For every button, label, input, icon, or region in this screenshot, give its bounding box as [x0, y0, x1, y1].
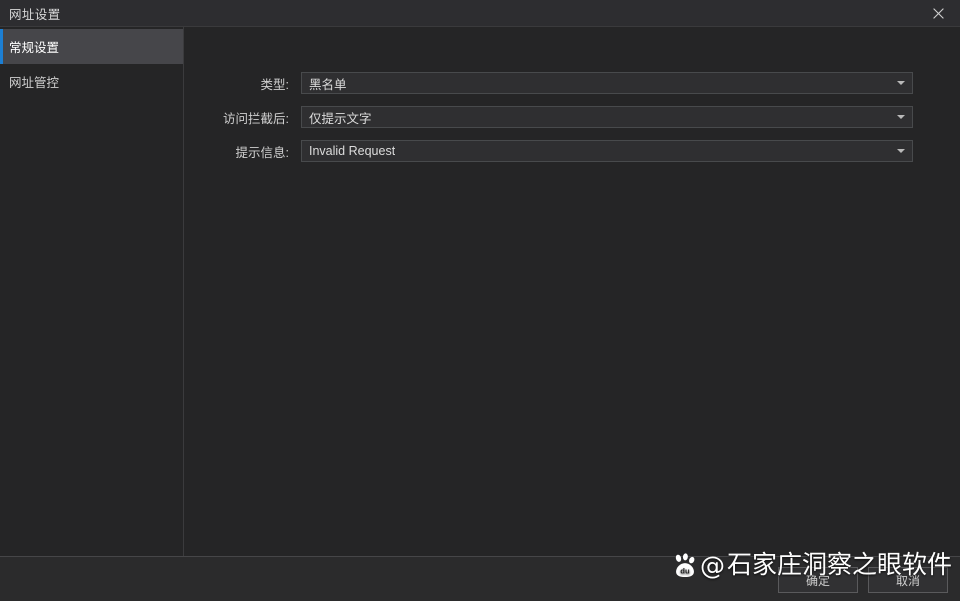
footer-bar: 确定 取消 [0, 556, 960, 601]
window-body: 常规设置 网址管控 类型: 黑名单 访问拦截后: 仅提示文字 提示信息: Inv… [0, 27, 960, 556]
main-content: 类型: 黑名单 访问拦截后: 仅提示文字 提示信息: Invalid Reque… [184, 27, 960, 556]
sidebar-item-label: 常规设置 [9, 41, 60, 55]
sidebar-item-general-settings[interactable]: 常规设置 [0, 29, 183, 64]
tip-message-select[interactable]: Invalid Request [301, 140, 913, 162]
after-block-label: 访问拦截后: [223, 111, 289, 126]
after-block-select-value: 仅提示文字 [309, 111, 372, 126]
url-settings-window: 网址设置 常规设置 网址管控 类型: 黑名单 访问拦截后: 仅提示文字 提示信息… [0, 0, 960, 601]
form-row-tip-message: 提示信息: Invalid Request [215, 140, 960, 162]
sidebar-item-url-control[interactable]: 网址管控 [0, 64, 183, 99]
chevron-down-icon [895, 141, 906, 161]
after-block-select[interactable]: 仅提示文字 [301, 106, 913, 128]
chevron-down-icon [895, 107, 906, 127]
type-label: 类型: [260, 77, 289, 92]
chevron-down-icon [895, 73, 906, 93]
ok-button[interactable]: 确定 [778, 567, 858, 593]
window-title: 网址设置 [9, 7, 61, 22]
sidebar-item-label: 网址管控 [9, 76, 60, 90]
tip-message-label: 提示信息: [235, 145, 289, 160]
close-button[interactable] [916, 0, 960, 26]
cancel-button[interactable]: 取消 [868, 567, 948, 593]
sidebar: 常规设置 网址管控 [0, 27, 184, 556]
settings-form: 类型: 黑名单 访问拦截后: 仅提示文字 提示信息: Invalid Reque… [184, 27, 960, 162]
close-icon [932, 7, 944, 19]
type-select[interactable]: 黑名单 [301, 72, 913, 94]
type-select-value: 黑名单 [309, 77, 347, 92]
form-row-type: 类型: 黑名单 [215, 72, 960, 94]
form-row-after-block: 访问拦截后: 仅提示文字 [215, 106, 960, 128]
title-bar: 网址设置 [0, 0, 960, 27]
footer-button-group: 确定 取消 [778, 567, 948, 593]
tip-message-select-value: Invalid Request [309, 144, 396, 158]
